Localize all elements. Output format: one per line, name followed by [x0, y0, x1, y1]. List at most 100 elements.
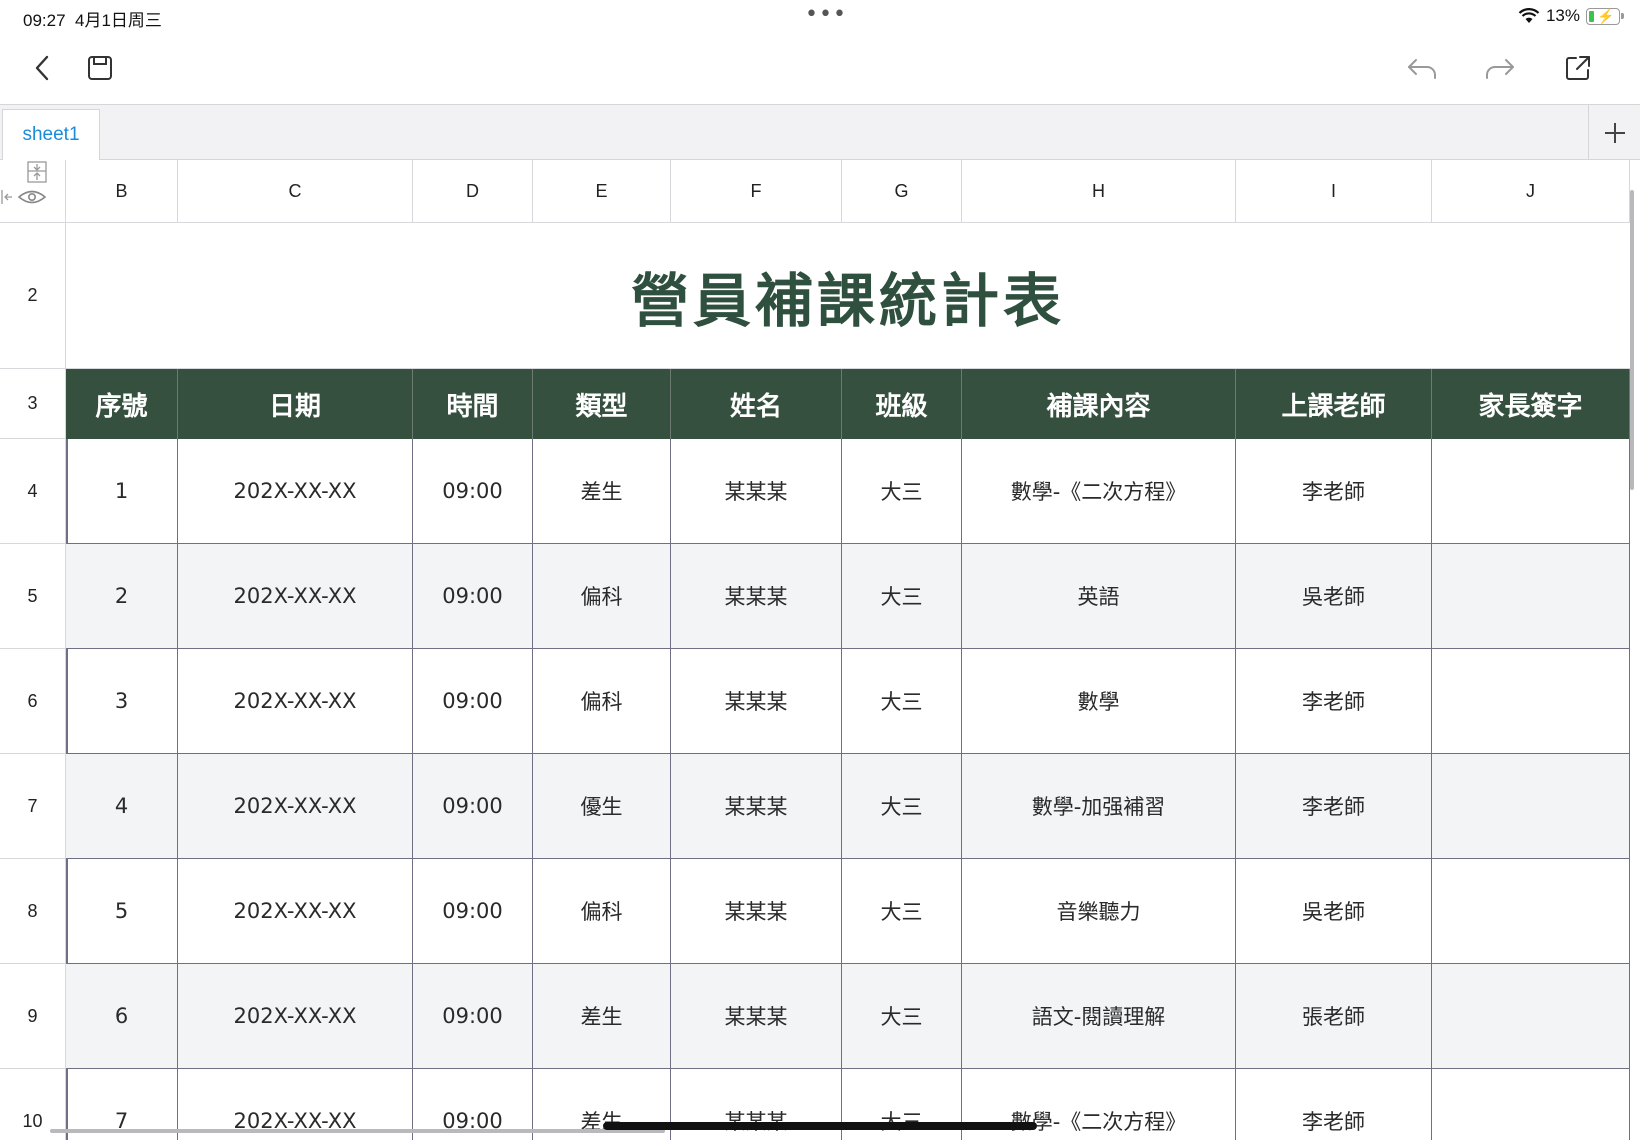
table-cell[interactable]: 某某某: [671, 964, 842, 1069]
eye-icon[interactable]: [0, 184, 46, 210]
table-cell[interactable]: [1432, 1069, 1630, 1140]
column-header-i[interactable]: I: [1236, 160, 1432, 223]
table-cell[interactable]: 大三: [842, 649, 962, 754]
table-cell[interactable]: 數學-加强補習: [962, 754, 1236, 859]
table-cell[interactable]: 202X-XX-XX: [178, 544, 413, 649]
table-cell[interactable]: 6: [66, 964, 178, 1069]
table-cell[interactable]: 優生: [533, 754, 671, 859]
select-all-corner[interactable]: [0, 160, 66, 223]
column-header-h[interactable]: H: [962, 160, 1236, 223]
table-header-cell[interactable]: 上課老師: [1236, 369, 1432, 439]
vertical-scrollbar[interactable]: [1630, 190, 1634, 490]
table-cell[interactable]: 數學: [962, 649, 1236, 754]
home-indicator[interactable]: [603, 1122, 1037, 1130]
table-cell[interactable]: [1432, 964, 1630, 1069]
table-cell[interactable]: 差生: [533, 439, 671, 544]
table-cell[interactable]: 偏科: [533, 649, 671, 754]
table-cell[interactable]: [1432, 439, 1630, 544]
row-header-8[interactable]: 8: [0, 859, 66, 964]
table-cell[interactable]: 202X-XX-XX: [178, 859, 413, 964]
table-cell[interactable]: 偏科: [533, 859, 671, 964]
row-header-2[interactable]: 2: [0, 223, 66, 369]
column-header-c[interactable]: C: [178, 160, 413, 223]
table-cell[interactable]: 大三: [842, 544, 962, 649]
sheet-title-cell[interactable]: 營員補課統計表: [66, 223, 1630, 369]
table-cell[interactable]: 09:00: [413, 544, 533, 649]
table-cell[interactable]: 音樂聽力: [962, 859, 1236, 964]
table-cell[interactable]: 數學-《二次方程》: [962, 439, 1236, 544]
column-header-j[interactable]: J: [1432, 160, 1630, 223]
table-cell[interactable]: 某某某: [671, 439, 842, 544]
table-cell[interactable]: 大三: [842, 859, 962, 964]
multitasking-dots-icon[interactable]: •••: [805, 2, 847, 27]
table-cell[interactable]: 4: [66, 754, 178, 859]
table-cell[interactable]: [1432, 649, 1630, 754]
column-header-d[interactable]: D: [413, 160, 533, 223]
table-cell[interactable]: 語文-閱讀理解: [962, 964, 1236, 1069]
table-header-cell[interactable]: 家長簽字: [1432, 369, 1630, 439]
row-header-4[interactable]: 4: [0, 439, 66, 544]
column-header-b[interactable]: B: [66, 160, 178, 223]
spreadsheet-grid[interactable]: B C D E F G H I J 2 3 4 5 6 7 8 9 10 營員補課統計表 序號 日期 時間 類型 姓名 班級 補課…: [0, 160, 1640, 1140]
add-sheet-button[interactable]: [1588, 105, 1640, 160]
table-cell[interactable]: 202X-XX-XX: [178, 964, 413, 1069]
table-cell[interactable]: 3: [66, 649, 178, 754]
table-cell[interactable]: 1: [66, 439, 178, 544]
table-header-cell[interactable]: 序號: [66, 369, 178, 439]
share-button[interactable]: [1558, 50, 1598, 86]
table-cell[interactable]: 大三: [842, 964, 962, 1069]
table-cell[interactable]: 5: [66, 859, 178, 964]
table-cell[interactable]: [1432, 754, 1630, 859]
row-header-7[interactable]: 7: [0, 754, 66, 859]
row-header-5[interactable]: 5: [0, 544, 66, 649]
table-cell[interactable]: 某某某: [671, 754, 842, 859]
table-cell[interactable]: 09:00: [413, 859, 533, 964]
status-right: 13% ⚡: [1518, 6, 1624, 26]
table-cell[interactable]: 某某某: [671, 544, 842, 649]
table-cell[interactable]: 李老師: [1236, 1069, 1432, 1140]
redo-button[interactable]: [1480, 50, 1520, 86]
table-header-cell[interactable]: 姓名: [671, 369, 842, 439]
table-cell[interactable]: [1432, 859, 1630, 964]
table-header-cell[interactable]: 日期: [178, 369, 413, 439]
table-cell[interactable]: 某某某: [671, 859, 842, 964]
back-button[interactable]: [22, 50, 62, 86]
table-cell[interactable]: 英語: [962, 544, 1236, 649]
table-cell[interactable]: 大三: [842, 439, 962, 544]
table-cell[interactable]: 09:00: [413, 439, 533, 544]
row-header-9[interactable]: 9: [0, 964, 66, 1069]
table-cell[interactable]: 202X-XX-XX: [178, 649, 413, 754]
table-cell[interactable]: 2: [66, 544, 178, 649]
table-cell[interactable]: 李老師: [1236, 439, 1432, 544]
table-cell[interactable]: 李老師: [1236, 649, 1432, 754]
column-header-f[interactable]: F: [671, 160, 842, 223]
table-header-cell[interactable]: 補課內容: [962, 369, 1236, 439]
horizontal-scrollbar[interactable]: [50, 1129, 665, 1133]
table-cell[interactable]: 09:00: [413, 964, 533, 1069]
table-cell[interactable]: 偏科: [533, 544, 671, 649]
freeze-pane-icon[interactable]: [24, 160, 50, 184]
sheet-tab-bar: sheet1: [0, 104, 1640, 160]
save-button[interactable]: [80, 50, 120, 86]
row-header-3[interactable]: 3: [0, 369, 66, 439]
table-cell[interactable]: 202X-XX-XX: [178, 754, 413, 859]
table-cell[interactable]: 張老師: [1236, 964, 1432, 1069]
table-cell[interactable]: 大三: [842, 754, 962, 859]
table-cell[interactable]: 吳老師: [1236, 544, 1432, 649]
table-cell[interactable]: 李老師: [1236, 754, 1432, 859]
row-header-6[interactable]: 6: [0, 649, 66, 754]
table-header-cell[interactable]: 類型: [533, 369, 671, 439]
table-cell[interactable]: 202X-XX-XX: [178, 439, 413, 544]
tab-sheet1[interactable]: sheet1: [2, 109, 100, 160]
column-header-e[interactable]: E: [533, 160, 671, 223]
table-cell[interactable]: 某某某: [671, 649, 842, 754]
table-cell[interactable]: 吳老師: [1236, 859, 1432, 964]
table-cell[interactable]: [1432, 544, 1630, 649]
undo-button[interactable]: [1402, 50, 1442, 86]
table-header-cell[interactable]: 班級: [842, 369, 962, 439]
table-cell[interactable]: 差生: [533, 964, 671, 1069]
column-header-g[interactable]: G: [842, 160, 962, 223]
table-cell[interactable]: 09:00: [413, 649, 533, 754]
table-header-cell[interactable]: 時間: [413, 369, 533, 439]
table-cell[interactable]: 09:00: [413, 754, 533, 859]
